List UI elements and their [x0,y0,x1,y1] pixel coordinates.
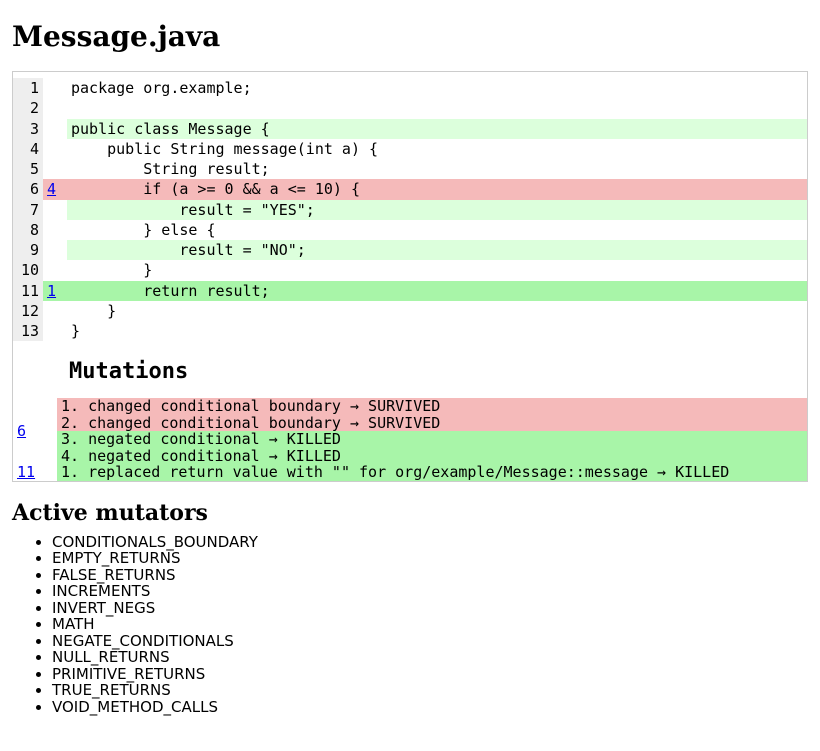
code-cell: result = "YES"; [67,200,807,220]
mutator-item: INVERT_NEGS [52,600,808,617]
code-cell: if (a >= 0 && a <= 10) { [67,179,807,199]
line-number: 13 [13,321,43,341]
mutation-row: 6 1. changed conditional boundary → SURVI… [13,398,807,464]
mutation-desc-cell: 1. changed conditional boundary → SURVIV… [57,398,807,464]
code-row: 3 public class Message { [13,119,807,139]
code-cell: return result; [67,281,807,301]
line-number: 9 [13,240,43,260]
active-mutators-heading: Active mutators [12,500,808,526]
mutation-row: 11 1. replaced return value with "" for o… [13,464,807,481]
mutation-count-link[interactable]: 4 [47,180,56,198]
page-title: Message.java [12,20,808,53]
mutator-item: VOID_METHOD_CALLS [52,699,808,716]
mutation-line-link[interactable]: 6 [17,422,26,440]
code-row: 9 result = "NO"; [13,240,807,260]
line-number: 8 [13,220,43,240]
mutator-item: FALSE_RETURNS [52,567,808,584]
mutation-count-cell [43,98,67,118]
mutator-item: NULL_RETURNS [52,649,808,666]
mutation-count-cell [43,220,67,240]
mutation-count-cell [43,159,67,179]
mutation-line-cell[interactable]: 11 [13,464,57,481]
mutation-count-cell [43,301,67,321]
code-row: 2 [13,98,807,118]
code-row: 12 } [13,301,807,321]
code-row: 10 } [13,260,807,280]
mutator-item: NEGATE_CONDITIONALS [52,633,808,650]
code-cell: result = "NO"; [67,240,807,260]
line-number: 1 [13,78,43,98]
mutation-count-cell[interactable]: 4 [43,179,67,199]
line-number: 7 [13,200,43,220]
mutation-count-cell [43,321,67,341]
code-row: 1 package org.example; [13,78,807,98]
mutation-count-link[interactable]: 1 [47,282,56,300]
code-cell: public class Message { [67,119,807,139]
mutations-table: 6 1. changed conditional boundary → SURVI… [13,398,807,481]
mutation-desc: 3. negated conditional → KILLED [57,431,807,448]
code-row: 13} [13,321,807,341]
line-number: 12 [13,301,43,321]
mutator-item: TRUE_RETURNS [52,682,808,699]
line-number: 10 [13,260,43,280]
mutation-line-cell[interactable]: 6 [13,398,57,464]
line-number: 4 [13,139,43,159]
mutation-desc-cell: 1. replaced return value with "" for org… [57,464,807,481]
line-number: 3 [13,119,43,139]
mutation-desc: 1. replaced return value with "" for org… [57,464,807,481]
code-row: 8 } else { [13,220,807,240]
mutation-count-cell [43,200,67,220]
line-number: 2 [13,98,43,118]
line-number: 6 [13,179,43,199]
code-cell: } [67,301,807,321]
code-cell: } [67,260,807,280]
code-cell: String result; [67,159,807,179]
code-report-box: 1 package org.example; 23 public class Mess… [12,71,808,482]
mutation-desc: 2. changed conditional boundary → SURVIV… [57,415,807,432]
mutation-desc: 1. changed conditional boundary → SURVIV… [57,398,807,415]
line-number: 11 [13,281,43,301]
code-cell: } [67,321,807,341]
code-row: 4 public String message(int a) { [13,139,807,159]
code-row: 64 if (a >= 0 && a <= 10) { [13,179,807,199]
mutator-item: MATH [52,616,808,633]
code-cell: } else { [67,220,807,240]
code-row: 111 return result; [13,281,807,301]
mutation-count-cell[interactable]: 1 [43,281,67,301]
mutations-heading: Mutations [13,359,807,384]
code-cell [67,98,807,118]
code-table: 1 package org.example; 23 public class Mess… [13,78,807,341]
line-number: 5 [13,159,43,179]
mutator-item: INCREMENTS [52,583,808,600]
mutator-item: EMPTY_RETURNS [52,550,808,567]
code-cell: public String message(int a) { [67,139,807,159]
code-cell: package org.example; [67,78,807,98]
code-row: 7 result = "YES"; [13,200,807,220]
mutation-count-cell [43,78,67,98]
active-mutators-list: CONDITIONALS_BOUNDARYEMPTY_RETURNSFALSE_… [12,534,808,716]
mutation-count-cell [43,240,67,260]
mutation-count-cell [43,260,67,280]
mutation-desc: 4. negated conditional → KILLED [57,448,807,465]
mutator-item: PRIMITIVE_RETURNS [52,666,808,683]
code-row: 5 String result; [13,159,807,179]
mutator-item: CONDITIONALS_BOUNDARY [52,534,808,551]
mutation-count-cell [43,139,67,159]
mutation-count-cell [43,119,67,139]
mutation-line-link[interactable]: 11 [17,463,35,481]
